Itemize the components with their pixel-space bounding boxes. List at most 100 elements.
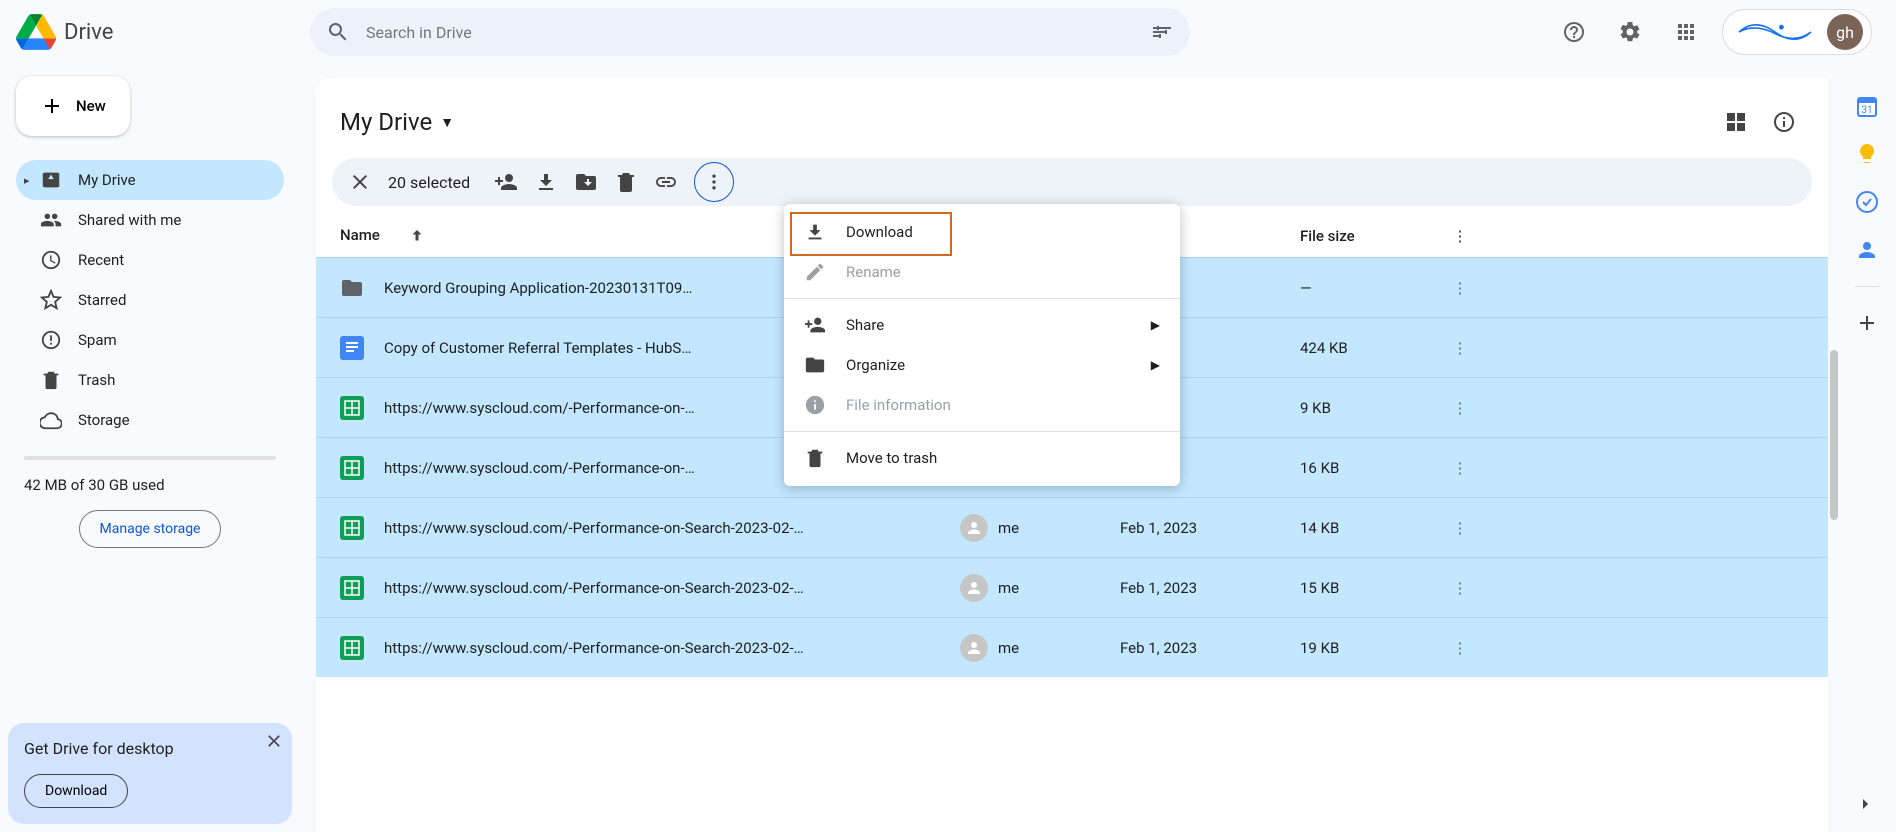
submenu-arrow-icon: ▶ bbox=[1151, 318, 1160, 332]
file-owner: me bbox=[960, 634, 1120, 662]
submenu-arrow-icon: ▶ bbox=[1151, 358, 1160, 372]
nav-label: Trash bbox=[78, 371, 115, 389]
clear-selection-button[interactable] bbox=[348, 170, 372, 194]
folder-icon bbox=[340, 276, 364, 300]
download-icon[interactable] bbox=[534, 170, 558, 194]
trash-icon[interactable] bbox=[614, 170, 638, 194]
promo-download-button[interactable]: Download bbox=[24, 774, 128, 808]
row-menu-button[interactable]: ⋮ bbox=[1440, 279, 1480, 297]
promo-close-button[interactable] bbox=[264, 731, 284, 755]
header-bar: Drive gh bbox=[0, 0, 1896, 64]
logo-block[interactable]: Drive bbox=[16, 12, 302, 52]
row-menu-button[interactable]: ⋮ bbox=[1440, 579, 1480, 597]
drive-logo-icon bbox=[16, 12, 56, 52]
tasks-icon[interactable] bbox=[1855, 190, 1879, 214]
sheet-icon bbox=[340, 636, 364, 660]
sidebar-item-my-drive[interactable]: ▸My Drive bbox=[16, 160, 284, 200]
link-icon[interactable] bbox=[654, 170, 678, 194]
svg-text:31: 31 bbox=[1861, 105, 1872, 116]
sidebar-item-storage[interactable]: Storage bbox=[16, 400, 284, 440]
nav-label: Spam bbox=[78, 331, 117, 349]
sidebar-item-spam[interactable]: Spam bbox=[16, 320, 284, 360]
sidebar-item-recent[interactable]: Recent bbox=[16, 240, 284, 280]
owner-avatar-icon bbox=[960, 634, 988, 662]
organize-icon bbox=[804, 354, 826, 376]
row-menu-button[interactable]: ⋮ bbox=[1440, 519, 1480, 537]
search-input[interactable] bbox=[366, 23, 1134, 42]
view-controls bbox=[1716, 102, 1804, 142]
apps-button[interactable] bbox=[1666, 12, 1706, 52]
account-box[interactable]: gh bbox=[1722, 9, 1872, 55]
trash-icon bbox=[804, 447, 826, 469]
manage-storage-button[interactable]: Manage storage bbox=[79, 510, 222, 548]
ctx-download[interactable]: Download bbox=[784, 212, 1180, 252]
owner-avatar-icon bbox=[960, 574, 988, 602]
sheet-icon bbox=[340, 396, 364, 420]
calendar-icon[interactable]: 31 bbox=[1855, 94, 1879, 118]
org-logo-icon bbox=[1735, 16, 1815, 48]
col-size[interactable]: File size bbox=[1300, 227, 1440, 245]
file-modified: Feb 1, 2023 bbox=[1120, 579, 1300, 597]
doc-icon bbox=[340, 336, 364, 360]
row-menu-button[interactable]: ⋮ bbox=[1440, 459, 1480, 477]
drive-icon bbox=[40, 169, 62, 191]
spam-icon bbox=[40, 329, 62, 351]
grid-view-button[interactable] bbox=[1716, 102, 1756, 142]
share-person-icon[interactable] bbox=[494, 170, 518, 194]
add-addon-icon[interactable] bbox=[1855, 311, 1879, 335]
ctx-file-info: File information bbox=[784, 385, 1180, 425]
file-size: 424 KB bbox=[1300, 339, 1440, 357]
selection-count: 20 selected bbox=[388, 173, 470, 192]
ctx-organize[interactable]: Organize▶ bbox=[784, 345, 1180, 385]
promo-title: Get Drive for desktop bbox=[24, 739, 276, 758]
file-size: 14 KB bbox=[1300, 519, 1440, 537]
info-icon bbox=[804, 394, 826, 416]
file-name: https://www.syscloud.com/-Performance-on… bbox=[384, 579, 960, 597]
info-button[interactable] bbox=[1764, 102, 1804, 142]
file-name: https://www.syscloud.com/-Performance-on… bbox=[384, 519, 960, 537]
cloud-icon bbox=[40, 409, 62, 431]
breadcrumb[interactable]: My Drive ▼ bbox=[340, 108, 454, 136]
search-options-icon[interactable] bbox=[1150, 20, 1174, 44]
star-icon bbox=[40, 289, 62, 311]
new-button[interactable]: New bbox=[16, 76, 130, 136]
desktop-promo: Get Drive for desktop Download bbox=[8, 723, 292, 824]
ctx-move-trash[interactable]: Move to trash bbox=[784, 438, 1180, 478]
download-icon bbox=[804, 221, 826, 243]
row-menu-button[interactable]: ⋮ bbox=[1440, 399, 1480, 417]
table-row[interactable]: https://www.syscloud.com/-Performance-on… bbox=[316, 557, 1828, 617]
sidebar-item-starred[interactable]: Starred bbox=[16, 280, 284, 320]
breadcrumb-row: My Drive ▼ bbox=[316, 78, 1828, 158]
help-button[interactable] bbox=[1554, 12, 1594, 52]
side-panel: 31 bbox=[1838, 78, 1896, 832]
selection-bar: 20 selected bbox=[332, 158, 1812, 206]
table-row[interactable]: https://www.syscloud.com/-Performance-on… bbox=[316, 617, 1828, 677]
sheet-icon bbox=[340, 516, 364, 540]
file-size: — bbox=[1300, 279, 1440, 297]
keep-icon[interactable] bbox=[1855, 142, 1879, 166]
col-menu[interactable]: ⋮ bbox=[1440, 227, 1480, 245]
app-title: Drive bbox=[64, 20, 113, 45]
new-label: New bbox=[76, 97, 106, 115]
scrollbar-thumb[interactable] bbox=[1830, 350, 1838, 520]
nav-label: Shared with me bbox=[78, 211, 181, 229]
row-menu-button[interactable]: ⋮ bbox=[1440, 339, 1480, 357]
people-icon bbox=[40, 209, 62, 231]
sidebar-item-shared-with-me[interactable]: Shared with me bbox=[16, 200, 284, 240]
move-icon[interactable] bbox=[574, 170, 598, 194]
row-menu-button[interactable]: ⋮ bbox=[1440, 639, 1480, 657]
ctx-share[interactable]: Share▶ bbox=[784, 305, 1180, 345]
avatar[interactable]: gh bbox=[1827, 14, 1863, 50]
settings-button[interactable] bbox=[1610, 12, 1650, 52]
rename-icon bbox=[804, 261, 826, 283]
clock-icon bbox=[40, 249, 62, 271]
search-bar[interactable] bbox=[310, 8, 1190, 56]
collapse-panel-icon[interactable] bbox=[1855, 792, 1879, 816]
sidebar-item-trash[interactable]: Trash bbox=[16, 360, 284, 400]
chevron-down-icon: ▼ bbox=[440, 114, 454, 131]
search-icon bbox=[326, 20, 350, 44]
file-size: 9 KB bbox=[1300, 399, 1440, 417]
contacts-icon[interactable] bbox=[1855, 238, 1879, 262]
table-row[interactable]: https://www.syscloud.com/-Performance-on… bbox=[316, 497, 1828, 557]
more-actions-button[interactable] bbox=[694, 162, 734, 202]
